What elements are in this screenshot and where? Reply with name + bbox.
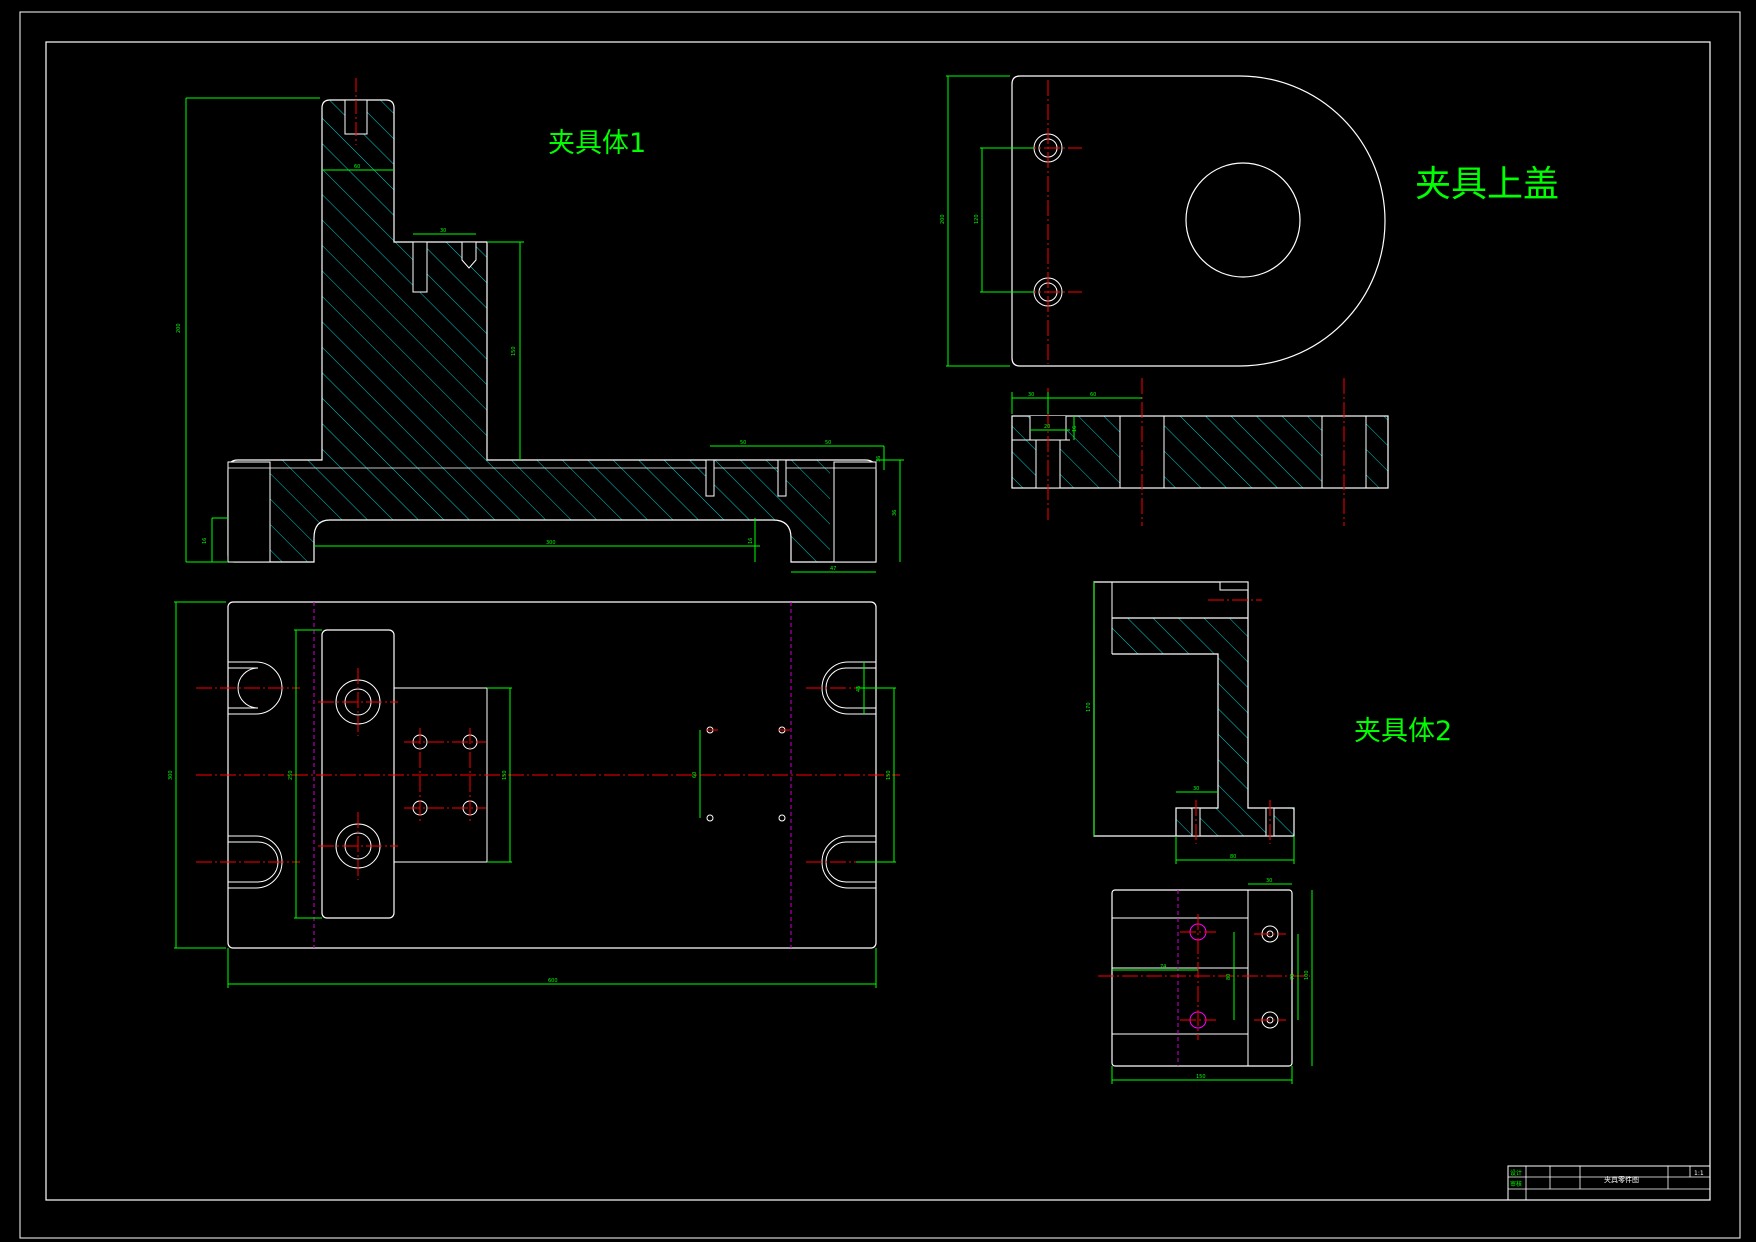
cover-plan-view: 200 120 夹具上盖 (940, 75, 1559, 367)
body1-pin-left (705, 459, 715, 497)
cover-dimensions (946, 75, 1034, 367)
dim-body2-bottom: 150 (1196, 1074, 1206, 1080)
dim-cover-hole-spacing: 120 (974, 214, 980, 224)
cover-section-hatch-right (1164, 416, 1322, 488)
body2-plan-view: 30 74 80 70 100 150 (1098, 878, 1313, 1084)
body2-view-label: 夹具体2 (1354, 716, 1452, 747)
dim-body1-base-right: 36 (892, 510, 898, 516)
dim-body1-slot-width: 47 (830, 566, 836, 572)
cover-center-bore (1185, 162, 1301, 278)
dim-body1-hole-spacing: 30 (440, 228, 446, 234)
dim-body1-step-height: 150 (511, 346, 517, 356)
dim-plan-height: 300 (168, 770, 174, 780)
body1-step-hole-left (412, 241, 428, 293)
title-row1-label: 设计 (1510, 1169, 1522, 1177)
plan-pin-4 (778, 814, 786, 822)
cover-section-view: 30 60 20 16 (1011, 378, 1389, 526)
plan-centerlines (196, 668, 900, 880)
dim-body1-pin2: 50 (825, 440, 831, 446)
cover-centerlines (1020, 80, 1082, 364)
dim-cover-sec-left: 30 (1028, 392, 1034, 398)
body2-plan-dim-texts: 30 74 80 70 100 150 (1160, 878, 1310, 1080)
dim-body2-hole-span: 80 (1226, 974, 1232, 980)
body2-plan-dimensions (1111, 883, 1313, 1084)
dim-plan-right-slot: 45 (856, 686, 862, 692)
dim-plan-block: 150 (502, 770, 508, 780)
dim-body1-pin1: 50 (740, 440, 746, 446)
body2-section-hatch (1112, 618, 1294, 836)
cover-outline (1011, 75, 1386, 367)
body1-left-pocket (227, 461, 271, 563)
dim-body1-top-width: 60 (354, 164, 360, 170)
dim-body2-right-span: 70 (1290, 974, 1296, 980)
body1-view-label: 夹具体1 (548, 128, 646, 159)
dim-body2-base: 80 (1230, 854, 1236, 860)
body2-section-view: 170 30 80 夹具体2 (1086, 581, 1452, 864)
dim-cover-sec-mid: 60 (1090, 392, 1096, 398)
dim-cover-sec-right: 16 (1072, 426, 1078, 432)
title-row2-label: 审核 (1510, 1180, 1522, 1188)
body1-section-view: 200 60 30 150 300 16 16 50 50 36 47 36 夹… (176, 78, 904, 573)
dim-plan-inner: 250 (288, 770, 294, 780)
cover-dim-texts: 200 120 (940, 214, 980, 224)
dim-body1-height: 200 (176, 323, 182, 333)
dim-plan-right-height: 150 (886, 770, 892, 780)
title-drawing-name: 夹具零件图 (1604, 1175, 1639, 1184)
dim-body1-left-gap: 16 (202, 538, 208, 544)
body1-plan-view: 300 250 150 60 45 150 600 (168, 601, 900, 988)
dim-cover-height: 200 (940, 214, 946, 224)
body1-right-pocket (833, 461, 877, 563)
dim-plan-pin-spacing: 60 (692, 772, 698, 778)
cover-section-hatch-end (1366, 416, 1388, 488)
cover-view-label: 夹具上盖 (1415, 164, 1559, 205)
dim-cover-sec-small: 20 (1044, 424, 1050, 430)
dim-body2-mid: 74 (1160, 964, 1166, 970)
title-block: 设计 审核 夹具零件图 1:1 (1507, 1165, 1711, 1201)
inner-border (45, 41, 1711, 1201)
title-scale: 1:1 (1694, 1170, 1704, 1177)
dim-body2-foot: 30 (1193, 786, 1199, 792)
cad-drawing-canvas: 200 60 30 150 300 16 16 50 50 36 47 36 夹… (19, 11, 1741, 1239)
dim-body1-base-span: 300 (546, 540, 556, 546)
plan-pin-3 (706, 814, 714, 822)
plan-dimensions (174, 601, 896, 988)
dim-plan-width: 600 (548, 978, 558, 984)
dim-body1-right-gap: 16 (748, 538, 754, 544)
dim-body2-top-width: 30 (1266, 878, 1272, 884)
dim-body1-right-top: 36 (876, 456, 882, 462)
body2-plan-outline (1111, 889, 1293, 1067)
body2-top-notch (1219, 581, 1249, 591)
dim-body2-right-outer: 100 (1304, 970, 1310, 980)
body1-pin-right (777, 459, 787, 497)
dim-body2-height: 170 (1086, 702, 1092, 712)
